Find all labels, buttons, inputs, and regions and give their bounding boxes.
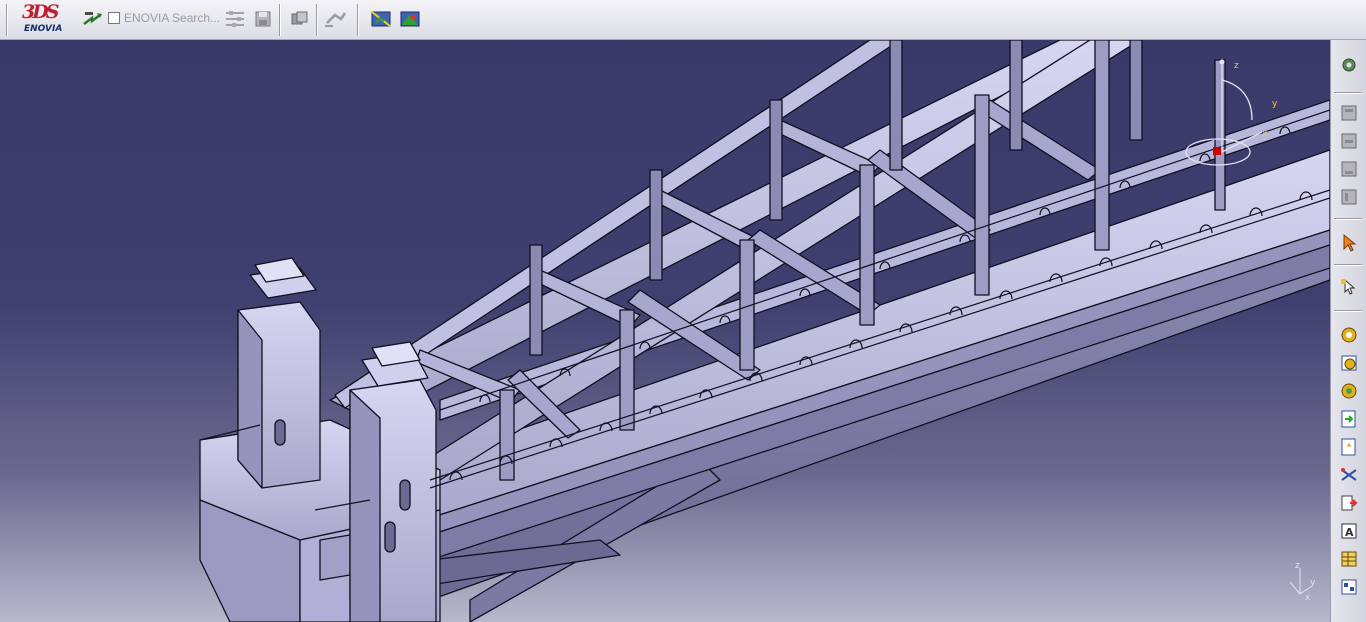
- table-icon[interactable]: [1337, 548, 1361, 570]
- layers-icon[interactable]: [287, 6, 313, 32]
- toolbar-separator: [279, 4, 281, 36]
- swap-view-icon[interactable]: [368, 6, 394, 32]
- toolbar-separator: [1334, 218, 1362, 220]
- render-style-icon[interactable]: [397, 6, 423, 32]
- navigate-icon[interactable]: [80, 6, 106, 32]
- tree-3-icon[interactable]: [1337, 158, 1361, 180]
- relation-icon[interactable]: [322, 6, 348, 32]
- logo-text: ENOVIA: [24, 24, 63, 34]
- toolbar-separator: [1334, 310, 1362, 312]
- group-icon[interactable]: [1337, 576, 1361, 598]
- triad-y-label: y: [1310, 578, 1316, 588]
- toolbar-separator: [316, 4, 318, 36]
- search-text: ENOVIA Search...: [124, 11, 221, 25]
- tree-1-icon[interactable]: [1337, 102, 1361, 124]
- toolbar-separator: [1334, 264, 1362, 266]
- toolbar-separator: [6, 4, 8, 36]
- gear-green-icon[interactable]: [1337, 380, 1361, 402]
- enovia-search-field[interactable]: ENOVIA Search...: [108, 11, 220, 25]
- tree-2-icon[interactable]: [1337, 130, 1361, 152]
- search-checkbox[interactable]: [108, 12, 120, 24]
- compass-y-label: y: [1272, 99, 1278, 109]
- list-arrow-icon[interactable]: [1337, 492, 1361, 514]
- enovia-logo-icon[interactable]: 3DS ENOVIA: [18, 1, 72, 37]
- toolbar-separator: [357, 4, 359, 36]
- triad-z-label: z: [1295, 561, 1300, 571]
- doc-arrow-icon[interactable]: [1337, 408, 1361, 430]
- gear-settings-icon[interactable]: [1337, 54, 1361, 76]
- right-toolbar: A: [1330, 40, 1366, 622]
- axis-triad: [1289, 568, 1313, 595]
- bridge-model: z y x z y x: [199, 40, 1330, 622]
- toolbar-separator: [1334, 92, 1362, 94]
- select-arrow-icon[interactable]: [1337, 232, 1361, 254]
- svg-text:A: A: [1345, 526, 1354, 539]
- measure-icon[interactable]: [1337, 464, 1361, 486]
- compass-z-label: z: [1234, 61, 1239, 71]
- tree-4-icon[interactable]: [1337, 186, 1361, 208]
- logo-mark: 3DS: [22, 1, 59, 23]
- triad-x-label: x: [1305, 593, 1311, 603]
- text-box-icon[interactable]: A: [1337, 520, 1361, 542]
- save-icon[interactable]: [250, 6, 276, 32]
- search-options-icon[interactable]: [222, 6, 248, 32]
- gear-yellow-icon[interactable]: [1337, 324, 1361, 346]
- compass-x-label: x: [1262, 129, 1268, 139]
- select-cursor-icon[interactable]: [1337, 276, 1361, 298]
- 3d-viewport[interactable]: z y x z y x: [0, 40, 1330, 622]
- doc-star-icon[interactable]: [1337, 436, 1361, 458]
- gear-blue-icon[interactable]: [1337, 352, 1361, 374]
- top-toolbar: 3DS ENOVIA ENOVIA Search...: [0, 0, 1366, 40]
